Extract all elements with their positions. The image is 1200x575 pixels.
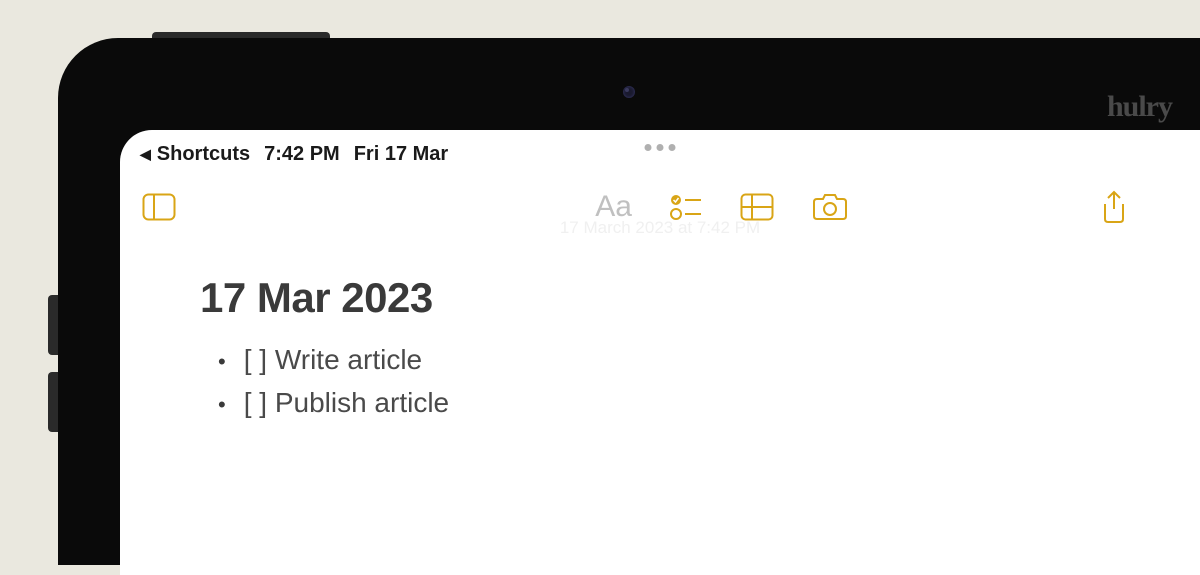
- back-caret-icon[interactable]: ◀: [140, 146, 151, 163]
- checklist-icon: [670, 193, 702, 221]
- table-button[interactable]: [740, 193, 774, 221]
- note-list[interactable]: • [ ] Write article • [ ] Publish articl…: [200, 338, 1120, 425]
- table-icon: [740, 193, 774, 221]
- note-timestamp: 17 March 2023 at 7:42 PM: [560, 218, 760, 238]
- list-item-text[interactable]: [ ] Write article: [244, 338, 422, 381]
- status-bar: ◀ Shortcuts 7:42 PM Fri 17 Mar: [120, 130, 1200, 172]
- note-title[interactable]: 17 Mar 2023: [200, 274, 1120, 322]
- camera-button[interactable]: [812, 193, 848, 221]
- note-content[interactable]: 17 Mar 2023 • [ ] Write article • [ ] Pu…: [120, 234, 1200, 465]
- screen: ◀ Shortcuts 7:42 PM Fri 17 Mar Aa: [120, 130, 1200, 575]
- bullet-icon: •: [218, 345, 226, 379]
- list-item[interactable]: • [ ] Publish article: [218, 381, 1120, 424]
- share-button[interactable]: [1100, 190, 1128, 224]
- device-volume-down: [48, 372, 58, 432]
- list-item[interactable]: • [ ] Write article: [218, 338, 1120, 381]
- multitask-dots-icon[interactable]: [645, 144, 676, 151]
- device-frame: hulry ◀ Shortcuts 7:42 PM Fri 17 Mar Aa: [58, 38, 1200, 565]
- list-item-text[interactable]: [ ] Publish article: [244, 381, 449, 424]
- device-volume-up: [48, 295, 58, 355]
- device-camera: [623, 86, 635, 98]
- bullet-icon: •: [218, 388, 226, 422]
- camera-icon: [812, 193, 848, 221]
- share-icon: [1100, 190, 1128, 224]
- sidebar-toggle-button[interactable]: [142, 193, 176, 221]
- sidebar-icon: [142, 193, 176, 221]
- checklist-button[interactable]: [670, 193, 702, 221]
- status-time: 7:42 PM: [264, 143, 340, 166]
- watermark-text: hulry: [1107, 90, 1172, 124]
- status-date: Fri 17 Mar: [354, 143, 448, 166]
- back-app-label[interactable]: Shortcuts: [157, 143, 250, 166]
